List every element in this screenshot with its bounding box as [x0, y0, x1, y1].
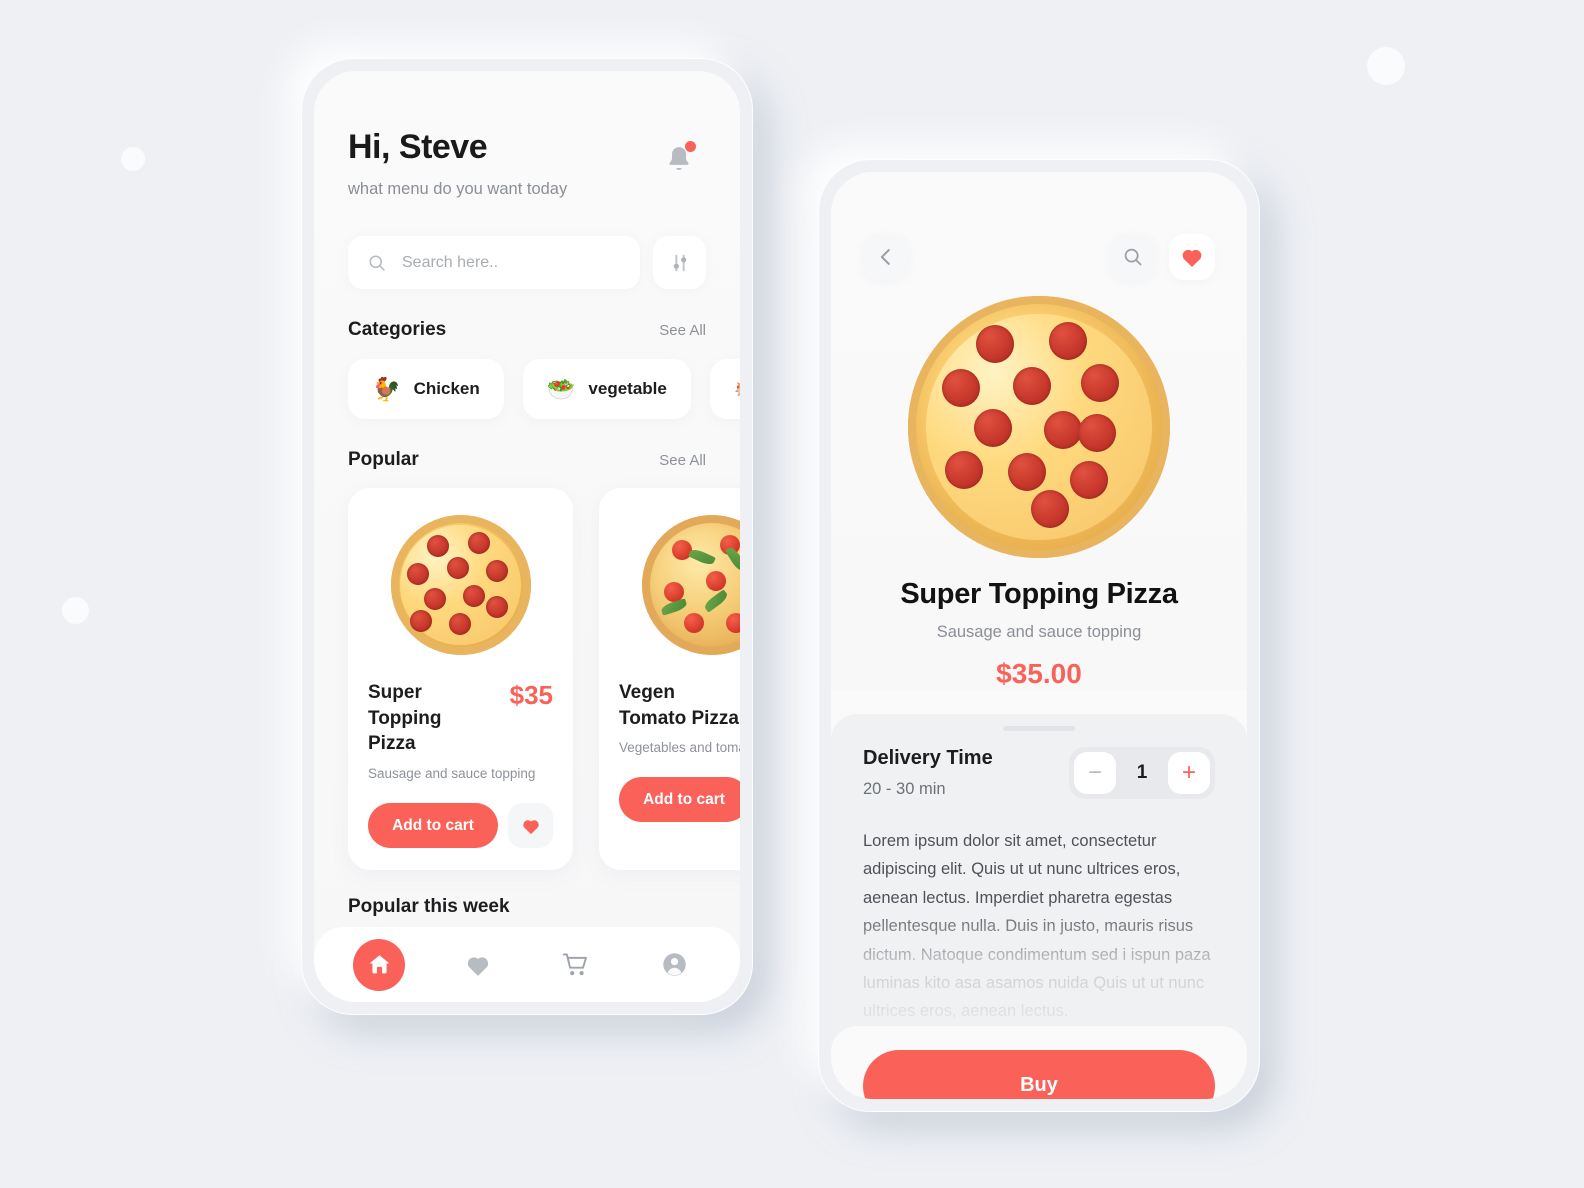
categories-section-header: Categories See All	[348, 319, 706, 341]
product-price: $35	[509, 680, 553, 711]
product-image	[368, 510, 553, 660]
search-box[interactable]	[348, 236, 640, 290]
detail-product-price: $35.00	[996, 658, 1082, 689]
page-title: Hi, Steve	[348, 128, 488, 166]
quantity-stepper: − 1 +	[1069, 747, 1215, 799]
heart-icon	[522, 819, 539, 834]
detail-actions	[1110, 234, 1215, 280]
popular-card-list: Super Topping Pizza $35 Sausage and sauc…	[348, 488, 740, 871]
delivery-time-label: Delivery Time	[863, 747, 993, 769]
product-actions: Add to cart	[619, 777, 740, 823]
add-to-cart-button[interactable]: Add to cart	[619, 777, 740, 823]
product-name-price-row: Super Topping Pizza $35	[368, 680, 553, 757]
background-circle-top-right	[1367, 47, 1405, 85]
heart-icon	[467, 956, 488, 976]
phone-mockup-detail: Super Topping Pizza Sausage and sauce to…	[818, 159, 1260, 1112]
nav-item-home[interactable]	[353, 938, 406, 991]
nav-item-profile[interactable]	[649, 939, 701, 991]
quantity-increase-button[interactable]: +	[1168, 752, 1210, 794]
chevron-left-icon	[880, 249, 890, 265]
categories-see-all-link[interactable]: See All	[659, 322, 706, 339]
nav-item-cart[interactable]	[550, 939, 602, 991]
back-button[interactable]	[863, 234, 909, 280]
quantity-value: 1	[1136, 762, 1148, 783]
product-image	[619, 510, 740, 660]
detail-description: Lorem ipsum dolor sit amet, consectetur …	[863, 827, 1215, 1026]
categories-title: Categories	[348, 319, 447, 341]
pepperoni-pizza-illustration	[908, 296, 1170, 558]
quantity-decrease-button[interactable]: −	[1074, 752, 1116, 794]
background-circle-left-lower	[62, 597, 89, 624]
product-name-price-row: Vegen Tomato Pizza	[619, 680, 740, 731]
detail-screen: Super Topping Pizza Sausage and sauce to…	[831, 172, 1247, 1099]
nav-item-favorite[interactable]	[452, 939, 504, 991]
home-content: Hi, Steve what menu do you want today Se…	[314, 71, 740, 1002]
product-name: Super Topping Pizza	[368, 682, 442, 755]
buy-button[interactable]: Buy	[863, 1049, 1215, 1099]
home-icon	[370, 955, 389, 974]
pepperoni-pizza-illustration	[390, 515, 531, 656]
veggie-pizza-illustration	[641, 515, 740, 656]
product-description: Sausage and sauce topping	[368, 766, 536, 782]
detail-search-button[interactable]	[1110, 234, 1156, 280]
person-icon	[663, 953, 686, 976]
delivery-text-block: Delivery Time 20 - 30 min	[863, 747, 993, 799]
category-label: Chicken	[413, 379, 480, 399]
blowfish-icon: 🐡	[734, 377, 740, 401]
product-name: Vegen Tomato Pizza	[619, 682, 739, 729]
add-to-cart-button[interactable]: Add to cart	[368, 803, 498, 849]
search-input[interactable]	[402, 253, 621, 272]
product-actions: Add to cart	[368, 803, 553, 849]
delivery-time-value: 20 - 30 min	[863, 780, 946, 798]
buy-button-container: Buy	[831, 1025, 1247, 1099]
product-card-vegen-tomato-pizza[interactable]: Vegen Tomato Pizza Vegetables and tomato…	[599, 488, 740, 871]
notification-button[interactable]	[664, 141, 696, 180]
greeting-row: Hi, Steve what menu do you want today	[348, 71, 706, 200]
search-row	[348, 236, 706, 290]
rooster-icon: 🐓	[372, 375, 401, 402]
greeting-subtitle: what menu do you want today	[348, 180, 568, 199]
popular-section-header: Popular See All	[348, 449, 706, 471]
sheet-drag-handle[interactable]	[1003, 726, 1075, 731]
detail-app-bar	[863, 172, 1215, 280]
detail-favorite-button[interactable]	[1169, 234, 1215, 280]
salad-icon: 🥗	[546, 375, 576, 402]
filter-button[interactable]	[653, 236, 706, 290]
bottom-navigation	[314, 927, 740, 1002]
detail-top-section: Super Topping Pizza Sausage and sauce to…	[831, 172, 1247, 690]
category-label: vegetable	[588, 379, 667, 399]
greeting-block: Hi, Steve what menu do you want today	[348, 128, 568, 200]
popular-this-week-title: Popular this week	[348, 896, 510, 918]
heart-icon	[1182, 249, 1202, 267]
home-screen: Hi, Steve what menu do you want today Se…	[314, 71, 740, 1002]
phone-mockup-home: Hi, Steve what menu do you want today Se…	[301, 58, 753, 1015]
detail-product-title: Super Topping Pizza	[900, 578, 1178, 610]
search-icon	[369, 255, 385, 271]
background-circle-left-upper	[121, 147, 145, 171]
cart-icon	[562, 952, 588, 975]
category-chip-fish[interactable]: 🐡 Fish	[709, 359, 740, 420]
detail-content: Super Topping Pizza Sausage and sauce to…	[831, 172, 1247, 1099]
categories-list: 🐓 Chicken 🥗 vegetable 🐡 Fish	[348, 359, 740, 420]
favorite-button[interactable]	[508, 803, 553, 849]
detail-hero-image	[863, 296, 1215, 558]
notification-badge-dot	[685, 141, 696, 152]
product-card-super-topping-pizza[interactable]: Super Topping Pizza $35 Sausage and sauc…	[348, 488, 573, 871]
category-chip-vegetable[interactable]: 🥗 vegetable	[522, 359, 691, 420]
sliders-filter-icon	[673, 254, 686, 272]
detail-product-subtitle: Sausage and sauce topping	[936, 623, 1142, 641]
search-icon	[1124, 248, 1142, 266]
delivery-row: Delivery Time 20 - 30 min − 1 +	[863, 747, 1215, 799]
detail-bottom-sheet: Delivery Time 20 - 30 min − 1 + Lorem ip…	[831, 714, 1247, 1099]
popular-title: Popular	[348, 449, 419, 471]
popular-see-all-link[interactable]: See All	[659, 452, 706, 469]
product-description: Vegetables and tomato	[619, 740, 740, 756]
category-chip-chicken[interactable]: 🐓 Chicken	[348, 359, 504, 420]
